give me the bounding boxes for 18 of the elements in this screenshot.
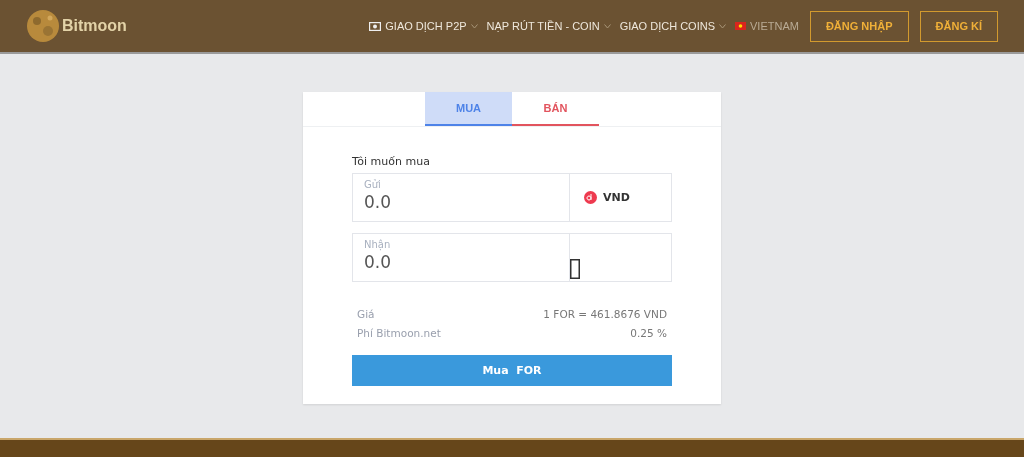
buy-button[interactable]: Mua FOR (352, 355, 672, 386)
trade-tab[interactable]: BÁN (512, 92, 599, 126)
logo-text[interactable]: Bitmoon (62, 17, 127, 35)
cash-icon (369, 21, 382, 31)
auth-button[interactable]: ĐĂNG NHẬP (809, 10, 909, 42)
nav-link[interactable]: GIAO DỊCH COINS (619, 20, 726, 32)
nav-link[interactable]: GIAO DỊCH P2P (369, 20, 478, 32)
info-label: Giá (357, 308, 375, 320)
flag-icon (735, 22, 746, 30)
form-heading: Tôi muốn mua (352, 155, 431, 168)
moon-logo-icon (26, 9, 60, 43)
info-label: Phí Bitmoon.net (357, 327, 441, 339)
info-value: 1 FOR = 461.8676 VND (543, 308, 667, 320)
nav-link[interactable]: VIETNAM (735, 20, 799, 32)
auth-button[interactable]: ĐĂNG KÍ (919, 10, 998, 42)
trade-tab[interactable]: MUA (425, 92, 512, 126)
info-value: 0.25 % (630, 327, 667, 339)
nav-link[interactable]: NẠP RÚT TIỀN - COIN (486, 20, 611, 32)
